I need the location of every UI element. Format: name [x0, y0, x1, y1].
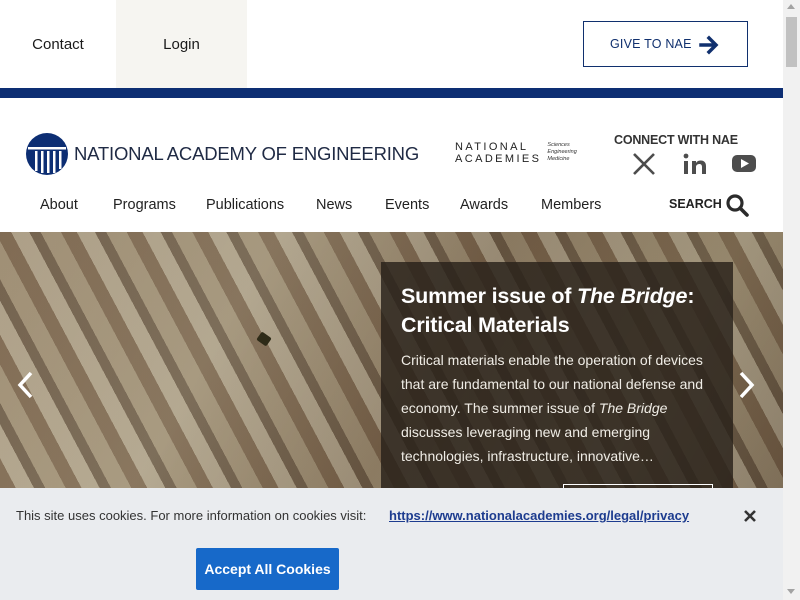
search-icon[interactable] [725, 193, 749, 217]
carousel-prev-icon[interactable] [14, 370, 36, 400]
hero-caption: Summer issue of The Bridge: Critical Mat… [381, 262, 733, 488]
carousel-next-icon[interactable] [736, 370, 758, 400]
connect-label: CONNECT WITH NAE [614, 133, 738, 147]
search-label[interactable]: SEARCH [669, 197, 722, 211]
brand-band [0, 88, 783, 98]
privacy-link[interactable]: https://www.nationalacademies.org/legal/… [389, 508, 689, 523]
linkedin-icon[interactable] [682, 153, 708, 175]
nav-awards[interactable]: Awards [460, 197, 508, 213]
page-scrollbar[interactable] [783, 0, 800, 600]
nav-members[interactable]: Members [541, 197, 601, 213]
nas-line2: ACADEMIES [455, 153, 542, 165]
accept-all-cookies-button[interactable]: Accept All Cookies [196, 548, 339, 590]
close-icon[interactable] [741, 507, 759, 525]
nas-sub2: Engineering [547, 148, 577, 155]
login-link[interactable]: Login [116, 0, 247, 88]
cookie-message: This site uses cookies. For more informa… [16, 508, 367, 523]
scroll-up-icon[interactable] [787, 4, 795, 9]
hero-title[interactable]: Summer issue of The Bridge: Critical Mat… [401, 282, 713, 340]
nas-sub1: Sciences [547, 141, 570, 148]
cookie-banner: This site uses cookies. For more informa… [0, 488, 783, 600]
nas-line1: NATIONAL [455, 141, 529, 153]
give-to-nae-button[interactable]: GIVE TO NAE [583, 21, 748, 67]
main-nav: About Programs Publications News Events … [0, 190, 783, 220]
scroll-thumb[interactable] [786, 17, 797, 67]
nae-logo[interactable]: NATIONAL ACADEMY OF ENGINEERING [26, 133, 419, 175]
nav-events[interactable]: Events [385, 197, 429, 213]
nav-about[interactable]: About [40, 197, 78, 213]
scroll-down-icon[interactable] [787, 589, 795, 594]
give-button-label: GIVE TO NAE [610, 37, 692, 51]
nae-emblem-icon [26, 133, 68, 175]
arrow-right-icon [699, 35, 719, 55]
national-academies-logo[interactable]: NATIONAL ACADEMIES Sciences Engineering … [455, 141, 577, 165]
top-utility-bar: Contact Login GIVE TO NAE [0, 0, 783, 88]
org-name: NATIONAL ACADEMY OF ENGINEERING [74, 143, 420, 164]
nav-programs[interactable]: Programs [113, 197, 176, 213]
hero-carousel: Summer issue of The Bridge: Critical Mat… [0, 232, 783, 488]
hero-body: Critical materials enable the operation … [401, 352, 703, 464]
nav-news[interactable]: News [316, 197, 352, 213]
nas-sub3: Medicine [547, 155, 570, 162]
youtube-icon[interactable] [731, 153, 757, 175]
nav-publications[interactable]: Publications [206, 197, 284, 213]
x-icon[interactable] [631, 153, 657, 175]
contact-link[interactable]: Contact [0, 0, 116, 88]
